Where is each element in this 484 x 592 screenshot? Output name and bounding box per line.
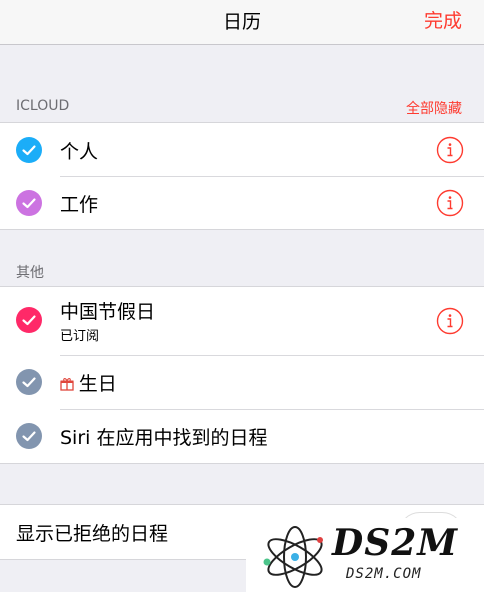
icloud-calendar-list: 个人 工作 (0, 122, 484, 230)
gift-icon (60, 376, 79, 394)
section-title-icloud: ICLOUD (16, 98, 70, 114)
calendar-label: 工作 (60, 194, 99, 216)
watermark: DS2M DS2M.COM (246, 518, 484, 592)
watermark-site: DS2M.COM (346, 566, 422, 582)
calendar-row-birthdays[interactable]: 生日 (0, 356, 484, 409)
info-icon[interactable] (436, 136, 464, 164)
birthdays-label: 生日 (78, 373, 117, 395)
navigation-bar: 日历 完成 (0, 0, 484, 45)
page-title: 日历 (222, 11, 261, 33)
watermark-brand: DS2M (332, 522, 459, 564)
calendar-row-personal[interactable]: 个人 (0, 123, 484, 176)
calendar-label: Siri 在应用中找到的日程 (60, 427, 268, 449)
info-icon[interactable] (436, 307, 464, 335)
checkmark-icon[interactable] (16, 307, 42, 333)
info-icon[interactable] (436, 189, 464, 217)
section-header-icloud: ICLOUD 全部隐藏 (16, 98, 462, 117)
calendar-label: 生日 (60, 369, 117, 396)
other-calendar-list: 中国节假日 已订阅 生日 Siri 在应用中找到的日程 (0, 286, 484, 464)
hide-all-button[interactable]: 全部隐藏 (406, 98, 462, 118)
calendar-label: 中国节假日 (60, 301, 156, 323)
section-header-other: 其他 (16, 262, 462, 282)
calendar-row-work[interactable]: 工作 (0, 177, 484, 229)
section-title-other: 其他 (16, 265, 44, 281)
checkmark-icon[interactable] (16, 369, 42, 395)
checkmark-icon[interactable] (16, 137, 42, 163)
show-declined-label: 显示已拒绝的日程 (16, 523, 169, 545)
subscription-status: 已订阅 (60, 329, 100, 344)
checkmark-icon[interactable] (16, 423, 42, 449)
calendar-label: 个人 (60, 141, 99, 163)
calendar-row-siri[interactable]: Siri 在应用中找到的日程 (0, 410, 484, 463)
done-button[interactable]: 完成 (424, 6, 462, 33)
atom-logo-icon (263, 526, 323, 588)
checkmark-icon[interactable] (16, 190, 42, 216)
calendar-row-holidays[interactable]: 中国节假日 已订阅 (0, 287, 484, 355)
